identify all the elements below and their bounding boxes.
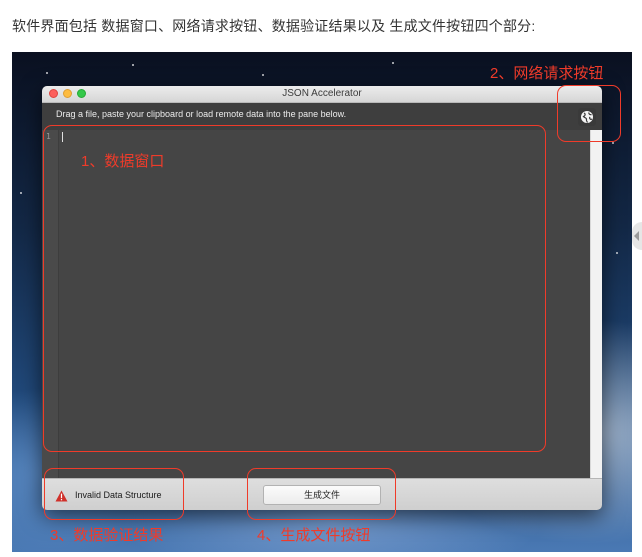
generate-button-callout: [247, 468, 396, 520]
validation-result-label: 3、数据验证结果: [50, 527, 164, 544]
data-window-label: 1、数据窗口: [81, 153, 165, 170]
window-title: JSON Accelerator: [282, 88, 362, 99]
generate-button-label: 4、生成文件按钮: [257, 527, 371, 544]
star: [392, 62, 394, 64]
validation-result-callout: [44, 468, 184, 520]
network-button-label: 2、网络请求按钮: [490, 65, 604, 82]
star: [20, 192, 22, 194]
data-window-callout: [43, 125, 546, 452]
star: [262, 74, 264, 76]
network-button-callout: [557, 85, 621, 142]
desktop-background: JSON Accelerator Drag a file, paste your…: [12, 52, 632, 552]
vertical-scrollbar[interactable]: [590, 130, 602, 478]
chevron-left-icon: [634, 231, 639, 241]
side-scroll-tab[interactable]: [632, 222, 642, 250]
instruction-text: Drag a file, paste your clipboard or loa…: [56, 109, 347, 119]
star: [612, 142, 614, 144]
star: [132, 64, 134, 66]
star: [616, 252, 618, 254]
title-bar[interactable]: JSON Accelerator: [42, 86, 602, 103]
intro-paragraph: 软件界面包括 数据窗口、网络请求按钮、数据验证结果以及 生成文件按钮四个部分:: [12, 18, 536, 34]
star: [46, 72, 48, 74]
